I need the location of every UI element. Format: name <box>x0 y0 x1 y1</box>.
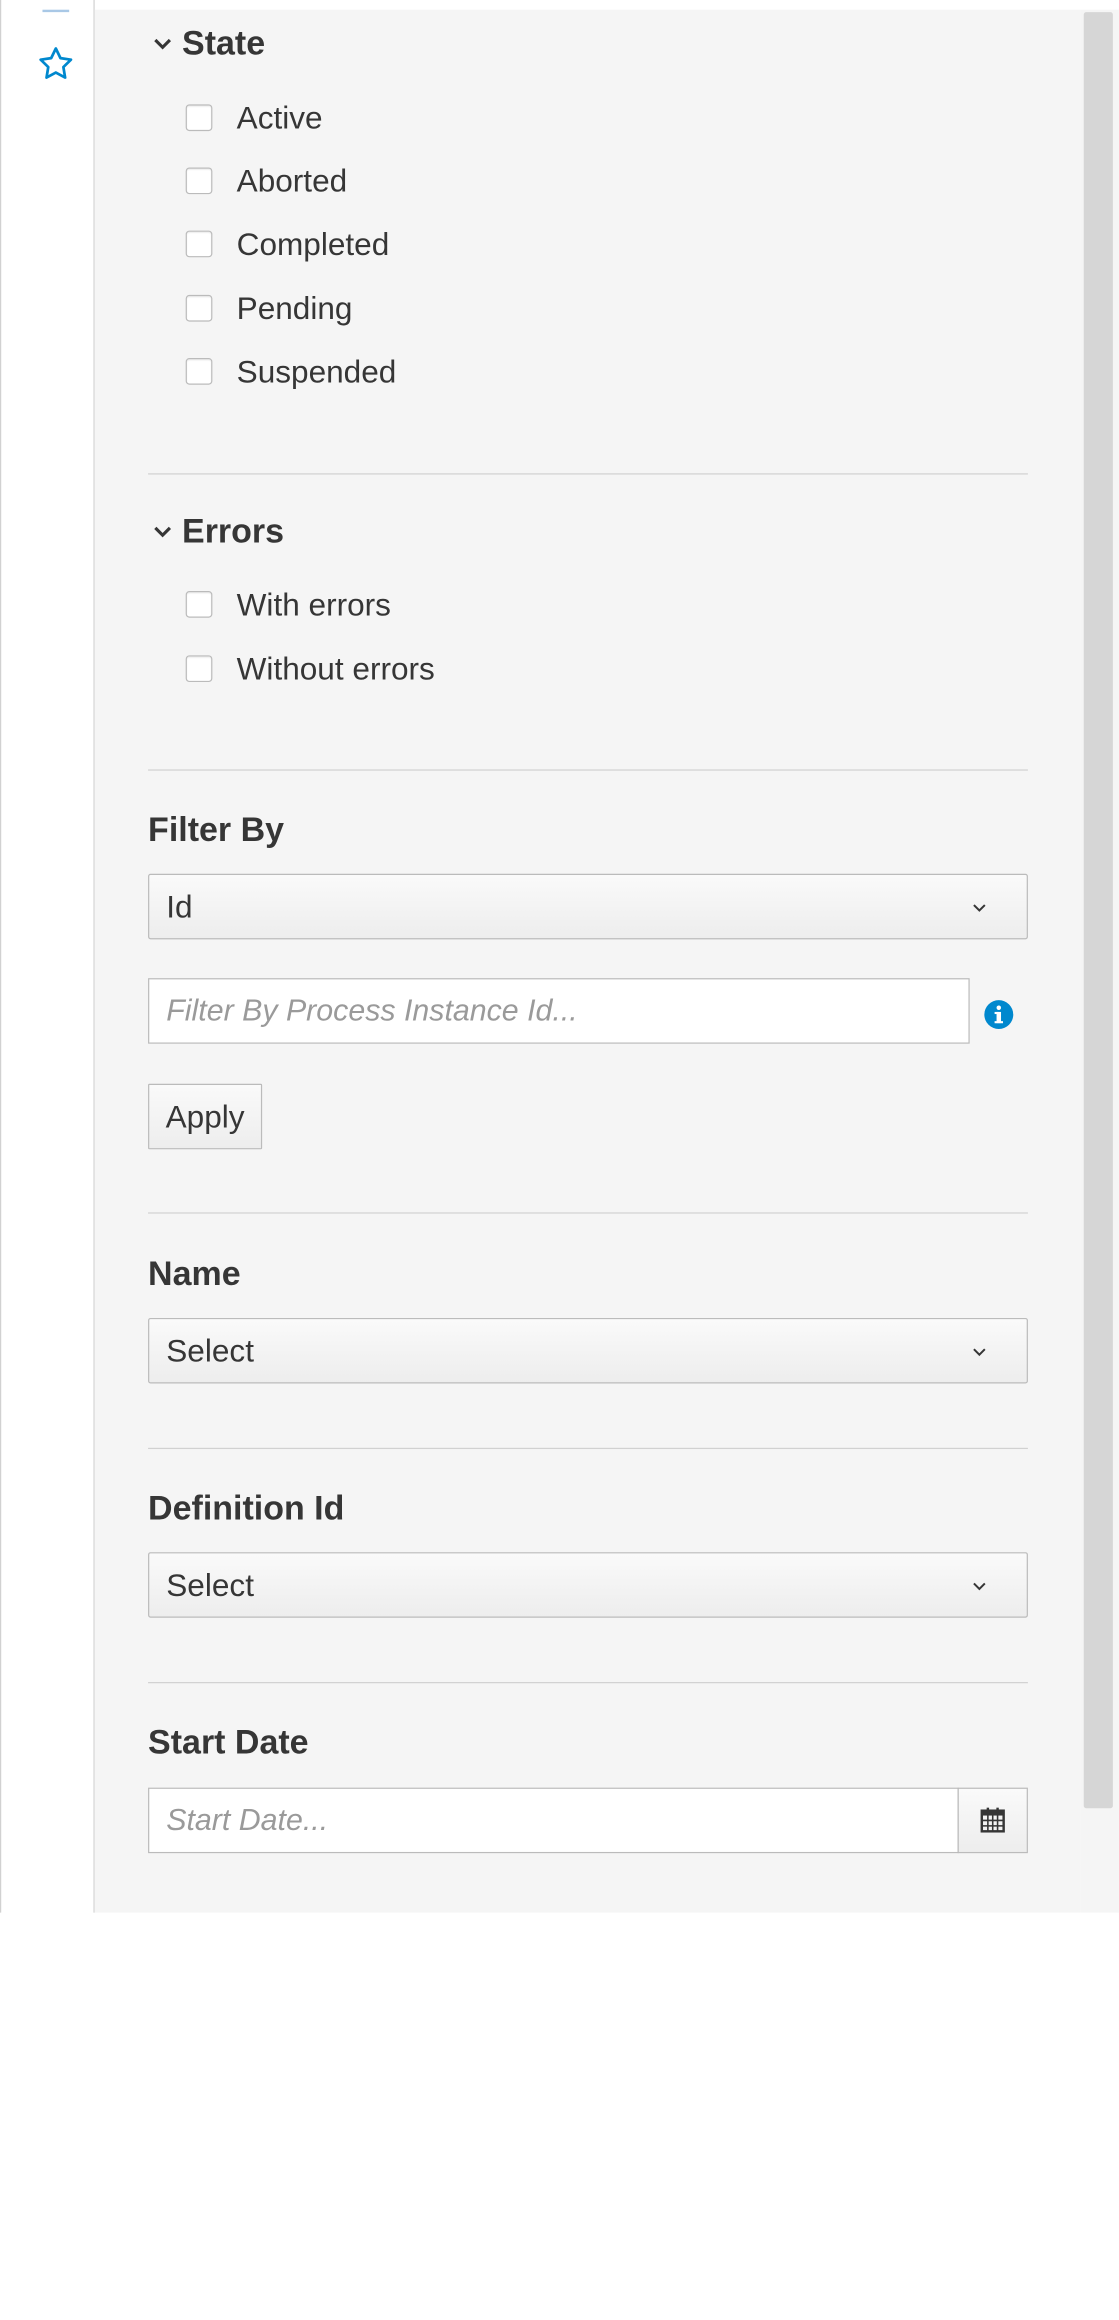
scrollbar-thumb[interactable] <box>1083 12 1113 1809</box>
checkbox[interactable] <box>185 104 213 132</box>
filter-page: State Active Aborted Completed Pending S… <box>0 0 1119 2320</box>
checkbox[interactable] <box>185 230 213 258</box>
checkbox-pending[interactable]: Pending <box>185 289 353 326</box>
calendar-icon <box>980 1807 1005 1833</box>
checkbox[interactable] <box>185 591 213 618</box>
checkbox-without-errors[interactable]: Without errors <box>185 649 435 687</box>
start-date-label: Start Date <box>148 1723 309 1761</box>
checkbox-aborted[interactable]: Aborted <box>185 162 348 199</box>
state-section-header[interactable]: State <box>148 22 1028 66</box>
checkbox-label: Aborted <box>236 162 348 199</box>
errors-section-title: Errors <box>182 512 285 550</box>
info-icon[interactable] <box>983 999 1015 1031</box>
filter-by-label: Filter By <box>148 810 285 849</box>
checkbox[interactable] <box>185 358 213 385</box>
chevron-down-icon <box>973 904 986 912</box>
checkbox-label: Completed <box>236 225 390 262</box>
checkbox-suspended[interactable]: Suspended <box>185 352 397 389</box>
section-divider <box>148 1212 1028 1214</box>
name-select[interactable]: Select <box>148 1317 1028 1384</box>
checkbox-with-errors[interactable]: With errors <box>185 585 391 622</box>
checkbox-label: Pending <box>236 289 353 326</box>
filter-by-value: Id <box>166 887 193 925</box>
chevron-down-icon <box>973 1348 986 1357</box>
name-filter-label: Name <box>148 1254 241 1293</box>
section-divider <box>148 769 1028 771</box>
apply-button-label: Apply <box>165 1097 245 1135</box>
section-divider <box>148 1682 1028 1684</box>
checkbox-label: Without errors <box>236 649 435 687</box>
definition-id-select-value: Select <box>166 1566 254 1603</box>
calendar-button[interactable] <box>957 1787 1028 1854</box>
apply-button[interactable]: Apply <box>148 1083 263 1150</box>
checkbox[interactable] <box>185 167 213 195</box>
filter-by-select[interactable]: Id <box>148 873 1028 940</box>
state-section-title: State <box>182 24 266 62</box>
errors-section-header[interactable]: Errors <box>148 510 1028 554</box>
checkbox-label: Suspended <box>236 352 397 389</box>
checkbox-label: With errors <box>236 585 391 622</box>
rail-tab-indicator <box>42 0 70 13</box>
checkbox[interactable] <box>185 294 213 322</box>
left-rail <box>0 0 95 1913</box>
checkbox-active[interactable]: Active <box>185 98 323 136</box>
start-date-placeholder: Start Date... <box>166 1802 329 1837</box>
definition-id-select[interactable]: Select <box>148 1552 1028 1618</box>
start-date-input[interactable]: Start Date... <box>148 1787 959 1854</box>
definition-id-label: Definition Id <box>148 1489 345 1527</box>
chevron-down-icon[interactable] <box>148 29 177 58</box>
star-icon[interactable] <box>35 44 76 85</box>
name-select-value: Select <box>166 1331 254 1369</box>
section-divider <box>148 1447 1028 1450</box>
section-divider <box>148 473 1028 475</box>
filter-by-input-placeholder: Filter By Process Instance Id... <box>166 993 578 1028</box>
chevron-down-icon <box>973 1582 986 1591</box>
checkbox[interactable] <box>185 655 213 683</box>
checkbox-completed[interactable]: Completed <box>185 225 390 262</box>
filter-by-input[interactable]: Filter By Process Instance Id... <box>148 978 970 1044</box>
checkbox-label: Active <box>236 98 323 136</box>
chevron-down-icon[interactable] <box>148 517 177 546</box>
